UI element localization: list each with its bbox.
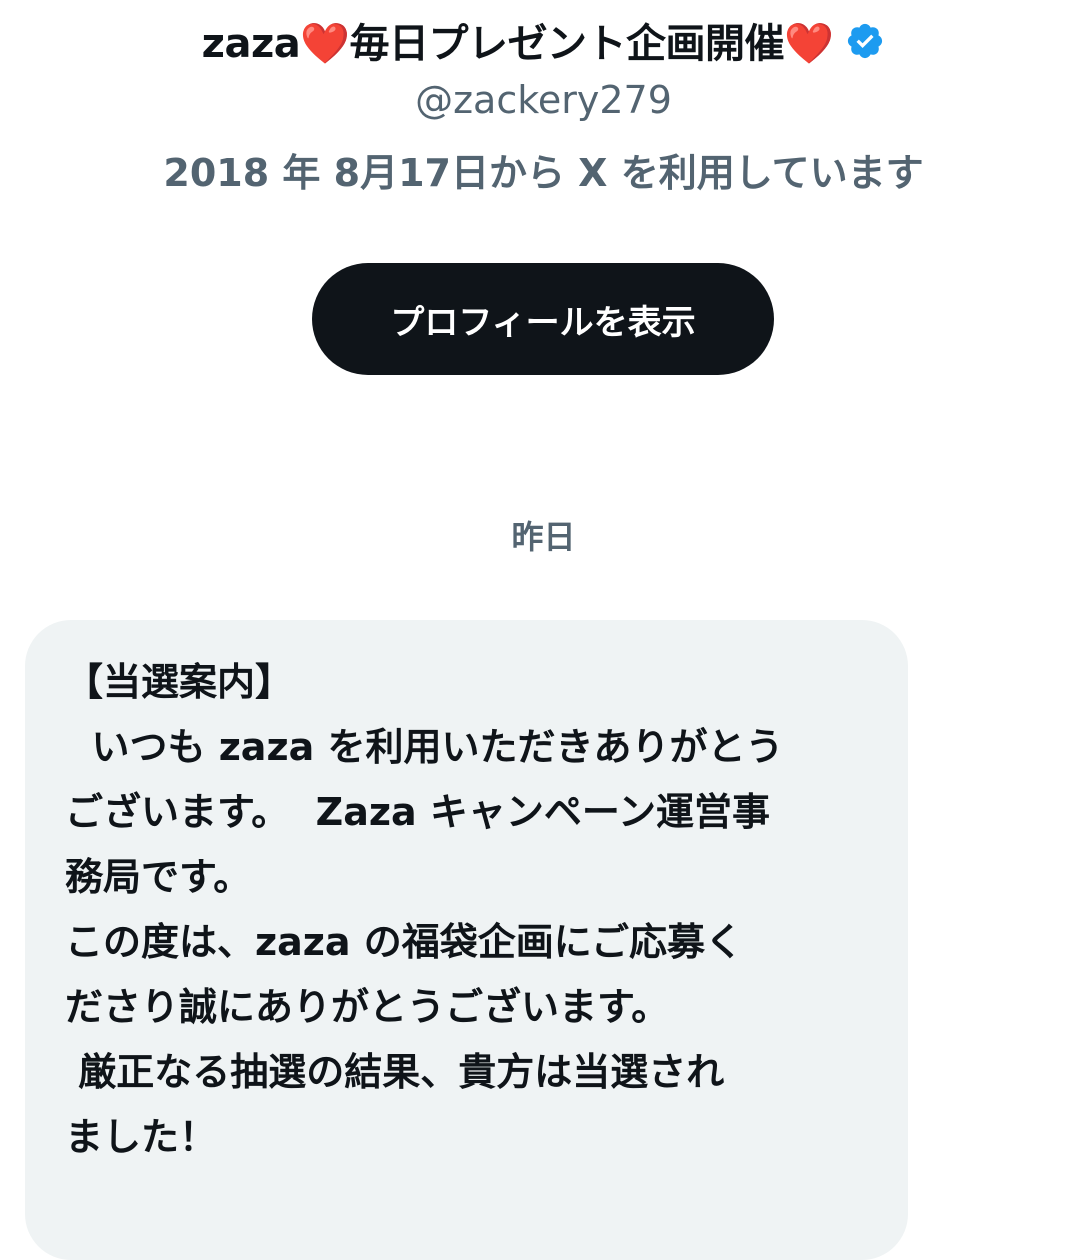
profile-handle[interactable]: @zackery279 [0, 78, 1087, 122]
message-bubble[interactable]: 【当選案内】 いつも zaza を利用いただきありがとう ございます。 Zaza… [25, 620, 908, 1260]
joined-date: 2018 年 8月17日から X を利用しています [163, 151, 924, 195]
message-line: ました！ [65, 1115, 218, 1159]
message-line: 【当選案内】 [65, 660, 294, 704]
message-line: いつも zaza を利用いただきありがとう [65, 725, 784, 769]
date-separator: 昨日 [511, 518, 576, 556]
message-line: 厳正なる抽選の結果、貴方は当選され [65, 1050, 725, 1094]
message-line: ださり誠にありがとうございます。 [65, 985, 670, 1029]
message-line: ございます。 Zaza キャンペーン運営事 [65, 790, 770, 834]
verified-badge-icon[interactable] [845, 21, 885, 61]
message-line: この度は、zaza の福袋企画にご応募く [65, 920, 743, 964]
display-name[interactable]: zaza❤️毎日プレゼント企画開催❤️ [202, 11, 834, 69]
message-line: 務局です。 [65, 855, 252, 899]
display-name-row: zaza❤️毎日プレゼント企画開催❤️ [0, 10, 1087, 70]
view-profile-button[interactable]: プロフィールを表示 [312, 263, 774, 375]
